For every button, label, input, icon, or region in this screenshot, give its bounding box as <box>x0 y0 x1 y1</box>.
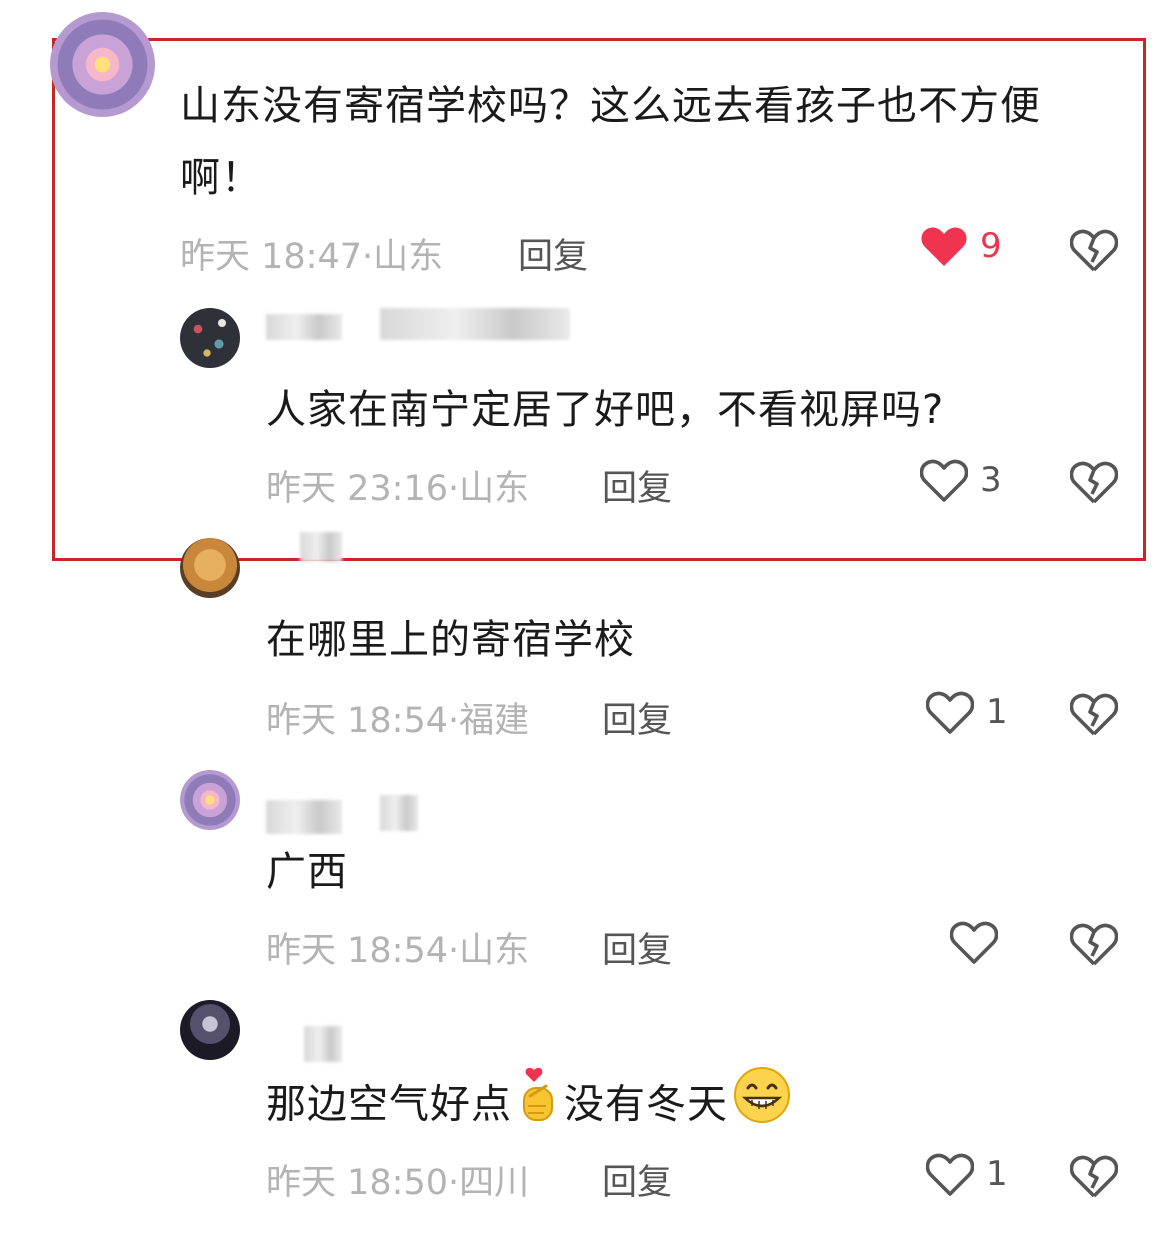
heart-icon <box>920 458 968 502</box>
like-count: 9 <box>980 226 1002 266</box>
avatar[interactable] <box>180 770 240 830</box>
blurred-username <box>300 532 342 562</box>
blurred-username <box>266 800 342 834</box>
like-button[interactable]: 3 <box>920 458 1002 502</box>
like-button[interactable] <box>950 920 998 964</box>
broken-heart-icon[interactable] <box>1070 922 1118 966</box>
comment-location: 福建 <box>459 701 530 741</box>
comment-text: 人家在南宁定居了好吧，不看视屏吗? <box>266 387 945 433</box>
blurred-username <box>380 308 570 340</box>
blurred-username <box>266 314 342 340</box>
comment-meta: 昨天 18:47·山东 <box>180 228 443 279</box>
broken-heart-icon[interactable] <box>1070 1154 1118 1198</box>
like-count: 3 <box>980 460 1002 500</box>
comment-meta: 昨天 18:50·四川 <box>266 1154 529 1205</box>
comment-location: 山东 <box>459 931 530 971</box>
reply-button[interactable]: 回复 <box>602 922 672 973</box>
meta-separator: · <box>448 469 460 509</box>
blurred-username <box>304 1026 342 1062</box>
comment-text-part: 那边空气好点 <box>266 1081 512 1128</box>
reply-button[interactable]: 回复 <box>602 692 672 743</box>
comment-text: 那边空气好点 没有冬天 <box>266 1066 796 1147</box>
meta-separator: · <box>448 931 460 971</box>
comment-text: 广西 <box>266 849 348 895</box>
heart-icon <box>950 920 998 964</box>
avatar[interactable] <box>180 538 240 598</box>
comment-text: 在哪里上的寄宿学校 <box>266 617 635 663</box>
comment-meta: 昨天 18:54·山东 <box>266 922 529 973</box>
like-button[interactable]: 9 <box>920 224 1002 268</box>
meta-separator: · <box>448 701 460 741</box>
reply-button[interactable]: 回复 <box>518 228 588 279</box>
meta-separator: · <box>448 1163 460 1203</box>
comment-location: 四川 <box>459 1163 530 1203</box>
heart-icon <box>926 1152 974 1196</box>
comment-time: 昨天 18:47 <box>180 237 362 277</box>
comment-time: 昨天 18:54 <box>266 701 448 741</box>
reply-button[interactable]: 回复 <box>602 1154 672 1205</box>
comment-location: 山东 <box>459 469 530 509</box>
grinning-face-emoji <box>732 1066 792 1147</box>
meta-separator: · <box>362 237 374 277</box>
finger-heart-emoji <box>516 1066 560 1147</box>
comment-location: 山东 <box>373 237 444 277</box>
avatar[interactable] <box>50 12 155 117</box>
blurred-username <box>380 795 418 831</box>
like-count: 1 <box>986 692 1008 732</box>
like-button[interactable]: 1 <box>926 690 1008 734</box>
broken-heart-icon[interactable] <box>1070 228 1118 272</box>
comment-time: 昨天 18:54 <box>266 931 448 971</box>
avatar[interactable] <box>180 1000 240 1060</box>
comment-text-part: 没有冬天 <box>564 1081 728 1128</box>
comment-text: 山东没有寄宿学校吗？这么远去看孩子也不方便啊！ <box>180 83 1041 201</box>
heart-icon <box>926 690 974 734</box>
comment-time: 昨天 18:50 <box>266 1163 448 1203</box>
like-button[interactable]: 1 <box>926 1152 1008 1196</box>
reply-button[interactable]: 回复 <box>602 460 672 511</box>
comment-time: 昨天 23:16 <box>266 469 448 509</box>
broken-heart-icon[interactable] <box>1070 692 1118 736</box>
comment-meta: 昨天 18:54·福建 <box>266 692 529 743</box>
filled-heart-icon <box>920 224 968 268</box>
avatar[interactable] <box>180 308 240 368</box>
like-count: 1 <box>986 1154 1008 1194</box>
broken-heart-icon[interactable] <box>1070 460 1118 504</box>
comment-meta: 昨天 23:16·山东 <box>266 460 529 511</box>
